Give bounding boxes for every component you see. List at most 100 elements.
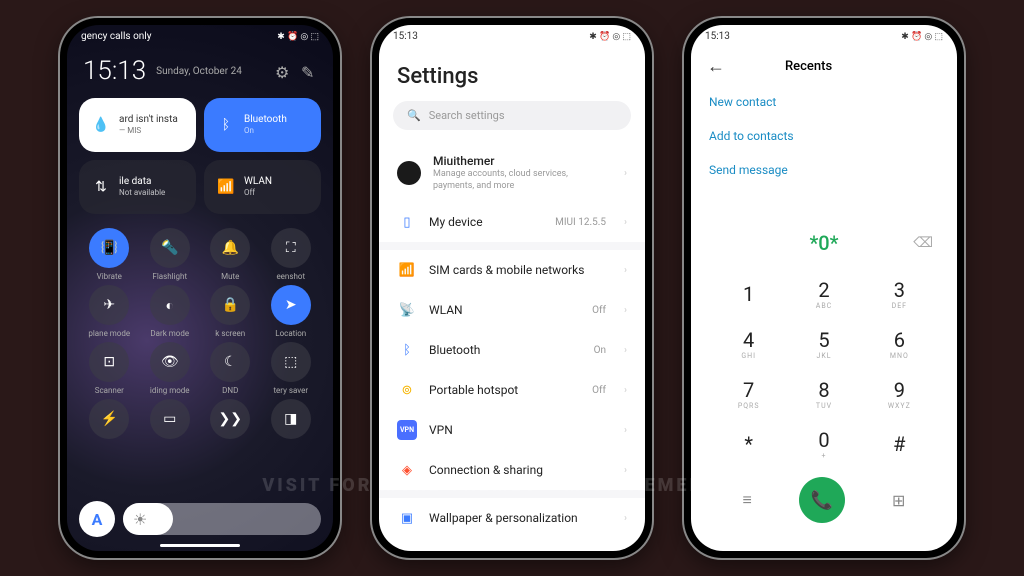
- send-message-link[interactable]: Send message: [691, 153, 957, 187]
- chevron-right-icon: ›: [624, 168, 627, 179]
- chevron-right-icon: ›: [624, 513, 627, 524]
- qs-label: Vibrate: [97, 272, 122, 281]
- qs-item: ✈plane mode: [79, 285, 140, 338]
- qs-label: Flashlight: [152, 272, 187, 281]
- clock-time: 15:13: [83, 56, 146, 86]
- new-contact-link[interactable]: New contact: [691, 85, 957, 119]
- status-bar: gency calls only ✱ ⏰ ◎ ⬚: [67, 25, 333, 48]
- settings-item[interactable]: ◈Connection & sharing›: [379, 450, 645, 490]
- add-to-contacts-link[interactable]: Add to contacts: [691, 119, 957, 153]
- qs-toggle[interactable]: ⬚: [271, 342, 311, 382]
- qs-toggle[interactable]: ✈: [89, 285, 129, 325]
- phone-control-center: gency calls only ✱ ⏰ ◎ ⬚ 15:13 Sunday, O…: [60, 18, 340, 558]
- item-icon: 📡: [397, 300, 417, 320]
- qs-toggle[interactable]: 🔒: [210, 285, 250, 325]
- backspace-icon[interactable]: ⌫: [913, 235, 933, 251]
- qs-toggle[interactable]: ▭: [150, 399, 190, 439]
- chevron-right-icon: ›: [624, 465, 627, 476]
- item-icon: ◈: [397, 460, 417, 480]
- call-button[interactable]: 📞: [799, 477, 845, 523]
- qs-item: ⬚tery saver: [261, 342, 322, 395]
- settings-item[interactable]: ᛒBluetoothOn›: [379, 330, 645, 370]
- keypad-key[interactable]: 9WXYZ: [862, 369, 937, 419]
- qs-toggle[interactable]: ➤: [271, 285, 311, 325]
- qs-item: ➤Location: [261, 285, 322, 338]
- item-icon: ⊚: [397, 380, 417, 400]
- keypad-key[interactable]: 1: [711, 269, 786, 319]
- mobile-data-tile[interactable]: ⇅ ile dataNot available: [79, 160, 196, 214]
- item-icon: 📶: [397, 260, 417, 280]
- menu-icon[interactable]: ≡: [743, 490, 752, 510]
- phone-icon: ▯: [397, 212, 417, 232]
- qs-item: 🔦 Flashlight: [140, 228, 201, 281]
- qs-label: Scanner: [95, 386, 124, 395]
- qs-toggle[interactable]: ◐: [150, 285, 190, 325]
- wallpaper-icon: ▣: [397, 508, 417, 528]
- quick-settings-grid: 📳Vibrate🔦Flashlight🔔Mute⛶eenshot✈plane m…: [67, 222, 333, 449]
- settings-item[interactable]: 📡WLANOff›: [379, 290, 645, 330]
- qs-item: ◨: [261, 399, 322, 443]
- qs-toggle[interactable]: ☾: [210, 342, 250, 382]
- qs-toggle[interactable]: ⊡: [89, 342, 129, 382]
- keypad-key[interactable]: 3DEF: [862, 269, 937, 319]
- settings-item[interactable]: ⊚Portable hotspotOff›: [379, 370, 645, 410]
- qs-toggle[interactable]: 🔔: [210, 228, 250, 268]
- account-item[interactable]: Miuithemer Manage accounts, cloud servic…: [379, 144, 645, 202]
- status-time: 15:13: [393, 31, 418, 42]
- divider: [379, 490, 645, 498]
- qs-item: 🔒k screen: [200, 285, 261, 338]
- qs-toggle[interactable]: ❯❯: [210, 399, 250, 439]
- keypad-key[interactable]: *: [711, 419, 786, 469]
- home-indicator[interactable]: [160, 544, 240, 547]
- qs-item: 👁 iding mode: [140, 342, 201, 395]
- qs-toggle[interactable]: ◨: [271, 399, 311, 439]
- settings-item[interactable]: VPNVPN›: [379, 410, 645, 450]
- keypad-key[interactable]: 4GHI: [711, 319, 786, 369]
- clock-date: Sunday, October 24: [156, 66, 265, 77]
- qs-toggle[interactable]: 📳: [89, 228, 129, 268]
- phone-dialer: 15:13 ✱ ⏰ ◎ ⬚ ← Recents New contact Add …: [684, 18, 964, 558]
- keypad-key[interactable]: 2ABC: [786, 269, 861, 319]
- back-button[interactable]: ←: [707, 56, 725, 77]
- chevron-right-icon: ›: [624, 425, 627, 436]
- sim-tile[interactable]: 💧 ard isn't insta— MIS: [79, 98, 196, 152]
- qs-label: iding mode: [150, 386, 190, 395]
- phone-settings: 15:13 ✱ ⏰ ◎ ⬚ Settings 🔍 Search settings…: [372, 18, 652, 558]
- keypad-key[interactable]: #: [862, 419, 937, 469]
- keypad-key[interactable]: 6MNO: [862, 319, 937, 369]
- account-name: Miuithemer: [433, 154, 606, 168]
- water-drop-icon: 💧: [91, 115, 111, 135]
- chevron-right-icon: ›: [624, 305, 627, 316]
- status-icons: ✱ ⏰ ◎ ⬚: [589, 32, 631, 42]
- keypad-key[interactable]: 5JKL: [786, 319, 861, 369]
- bluetooth-icon: ᛒ: [216, 115, 236, 135]
- settings-icon[interactable]: ⚙: [275, 63, 291, 79]
- wallpaper-item[interactable]: ▣ Wallpaper & personalization ›: [379, 498, 645, 538]
- wifi-icon: 📶: [216, 177, 236, 197]
- wlan-tile[interactable]: 📶 WLANOff: [204, 160, 321, 214]
- brightness-slider[interactable]: ☀: [123, 503, 321, 535]
- qs-item: 📳 Vibrate: [79, 228, 140, 281]
- dialed-number: *0*: [809, 231, 838, 255]
- edit-icon[interactable]: ✎: [301, 63, 317, 79]
- bluetooth-tile[interactable]: ᛒ BluetoothOn: [204, 98, 321, 152]
- search-input[interactable]: 🔍 Search settings: [393, 101, 631, 130]
- qs-label: eenshot: [276, 272, 305, 281]
- qs-item: ⚡: [79, 399, 140, 443]
- qs-toggle[interactable]: ⚡: [89, 399, 129, 439]
- page-title: Settings: [379, 48, 645, 101]
- keypad-toggle-icon[interactable]: ⊞: [892, 491, 905, 510]
- qs-toggle[interactable]: 👁: [150, 342, 190, 382]
- my-device-item[interactable]: ▯ My device MIUI 12.5.5 ›: [379, 202, 645, 242]
- auto-brightness-button[interactable]: A: [79, 501, 115, 537]
- keypad-key[interactable]: 0+: [786, 419, 861, 469]
- chevron-right-icon: ›: [624, 265, 627, 276]
- status-icons: ✱ ⏰ ◎ ⬚: [901, 32, 943, 42]
- qs-toggle[interactable]: 🔦: [150, 228, 190, 268]
- keypad-key[interactable]: 7PQRS: [711, 369, 786, 419]
- settings-item[interactable]: 📶SIM cards & mobile networks›: [379, 250, 645, 290]
- qs-toggle[interactable]: ⛶: [271, 228, 311, 268]
- chevron-right-icon: ›: [624, 217, 627, 228]
- data-icon: ⇅: [91, 177, 111, 197]
- keypad-key[interactable]: 8TUV: [786, 369, 861, 419]
